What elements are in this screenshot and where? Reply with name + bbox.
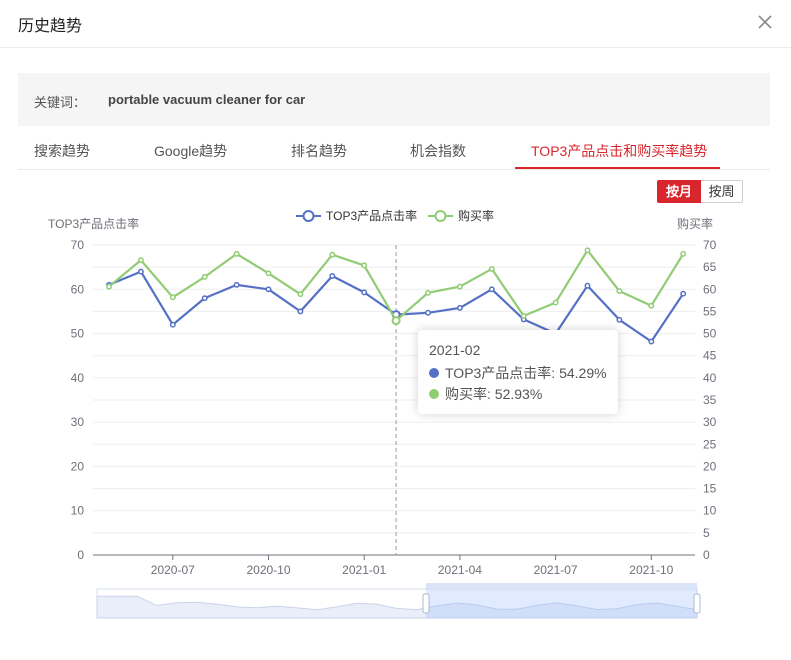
y-right-tick-label: 45 <box>703 349 717 363</box>
data-point <box>425 289 431 296</box>
data-point <box>616 316 623 323</box>
data-point <box>488 286 495 293</box>
y-right-tick-label: 55 <box>703 304 717 318</box>
data-point <box>391 316 401 326</box>
x-tick-label: 2021-07 <box>534 563 578 577</box>
data-point <box>456 304 463 311</box>
data-point <box>361 262 368 269</box>
y-left-tick-label: 20 <box>71 459 85 473</box>
data-point <box>265 286 272 293</box>
tooltip-click-rate-text: TOP3产品点击率: 54.29% <box>445 364 607 381</box>
legend-item-1: 购买率 <box>428 208 494 223</box>
y-right-tick-label: 35 <box>703 393 717 407</box>
data-point <box>137 257 144 264</box>
y-right-tick-label: 15 <box>703 482 717 496</box>
data-point <box>137 268 144 275</box>
x-tick-label: 2020-07 <box>151 563 195 577</box>
data-point <box>106 283 112 290</box>
y-right-tick-label: 25 <box>703 437 717 451</box>
tooltip-title: 2021-02 <box>429 342 481 358</box>
data-point <box>329 273 336 279</box>
data-point <box>233 281 240 288</box>
y-left-tick-label: 30 <box>71 415 85 429</box>
y-right-tick-label: 65 <box>703 260 717 274</box>
data-point <box>616 288 623 295</box>
data-point <box>169 321 176 328</box>
data-point <box>201 295 208 302</box>
y-left-axis-title: TOP3产品点击率 <box>48 216 139 231</box>
data-point <box>201 273 208 280</box>
chart-tooltip: 2021-02 TOP3产品点击率: 54.29% 购买率: 52.93% <box>418 330 618 414</box>
y-left-tick-label: 40 <box>71 371 85 385</box>
y-right-tick-label: 0 <box>703 548 710 562</box>
legend-item-0: TOP3产品点击率 <box>296 208 417 223</box>
y-right-tick-label: 70 <box>703 238 717 252</box>
legend-marker <box>434 210 447 222</box>
data-point <box>265 270 272 277</box>
y-right-tick-label: 5 <box>703 526 710 540</box>
data-point <box>552 299 559 306</box>
data-point <box>584 247 591 254</box>
data-point <box>425 309 431 316</box>
y-left-tick-label: 60 <box>71 282 85 296</box>
y-right-axis-title: 购买率 <box>677 216 713 231</box>
y-right-tick-label: 60 <box>703 282 717 296</box>
x-tick-label: 2021-10 <box>629 563 673 577</box>
data-point <box>680 290 687 297</box>
zoom-slider-right-handle <box>693 593 701 614</box>
data-point <box>584 282 591 289</box>
data-point <box>456 283 463 290</box>
x-tick-label: 2021-04 <box>438 563 482 577</box>
data-point <box>297 308 304 315</box>
data-point <box>297 291 304 298</box>
tooltip-row-purchase-rate: 购买率: 52.93% <box>429 383 618 404</box>
zoom-slider-left-handle <box>422 593 430 614</box>
y-right-tick-label: 30 <box>703 415 717 429</box>
data-point <box>488 265 495 272</box>
y-right-tick-label: 50 <box>703 327 717 341</box>
data-point <box>648 338 655 345</box>
y-left-tick-label: 50 <box>71 327 85 341</box>
data-point <box>680 250 687 257</box>
legend-label: TOP3产品点击率 <box>326 208 417 223</box>
data-point <box>169 294 176 301</box>
trend-chart: 0 10 20 30 40 50 60 70 0 5 10 15 20 25 30 35 40 45 50 55 60 6… <box>48 208 717 619</box>
legend-label: 购买率 <box>458 208 494 223</box>
zoom-slider-selection <box>426 589 697 618</box>
tooltip-dot-click-rate <box>429 367 439 378</box>
data-point <box>329 251 336 258</box>
x-tick-label: 2020-10 <box>246 563 290 577</box>
data-point <box>648 302 655 309</box>
data-point <box>233 250 240 257</box>
tooltip-purchase-rate-text: 购买率: 52.93% <box>445 385 543 402</box>
y-right-tick-label: 20 <box>703 459 717 473</box>
zoom-slider-move-bar <box>426 583 697 589</box>
y-left-tick-label: 70 <box>71 238 85 252</box>
tooltip-dot-purchase-rate <box>429 388 439 399</box>
y-right-tick-label: 40 <box>703 371 717 385</box>
y-left-tick-label: 0 <box>77 548 84 562</box>
x-tick-label: 2021-01 <box>342 563 386 577</box>
y-right-tick-label: 10 <box>703 504 717 518</box>
y-left-tick-label: 10 <box>71 504 85 518</box>
tooltip-row-click-rate: TOP3产品点击率: 54.29% <box>429 362 618 383</box>
legend-marker <box>302 210 315 222</box>
data-point <box>361 289 368 296</box>
data-point <box>520 312 527 319</box>
